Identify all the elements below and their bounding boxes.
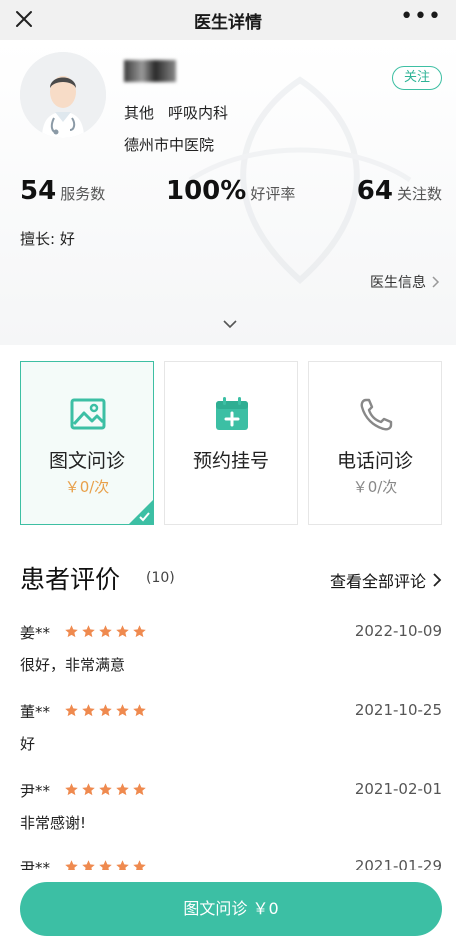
doctor-specialty: 擅长: 好 <box>20 230 75 248</box>
stat-value: 54 <box>20 176 57 206</box>
doctor-info-label: 医生信息 <box>370 275 426 291</box>
doctor-profile: 关注 其他 呼吸内科 德州市中医院 54 服务数 100% 好评率 64 关注数 … <box>0 40 456 345</box>
service-card-phone-consult[interactable]: 电话问诊 ￥0/次 <box>308 361 442 525</box>
doctor-name-redacted <box>124 60 176 82</box>
doctor-department: 其他 呼吸内科 <box>124 102 242 123</box>
review-date: 2021-10-25 <box>354 701 442 719</box>
reviewer-name: 姜** <box>20 624 51 642</box>
star-rating <box>64 624 149 639</box>
doctor-title: 其他 <box>124 104 155 122</box>
star-rating <box>64 782 149 797</box>
doctor-department-name: 呼吸内科 <box>168 104 229 122</box>
phone-icon <box>360 398 393 431</box>
star-icon <box>82 783 95 796</box>
star-icon <box>133 704 146 717</box>
image-icon <box>70 398 106 430</box>
reviews-count: (10) <box>146 570 175 586</box>
star-icon <box>65 704 78 717</box>
star-icon <box>99 625 112 638</box>
reviews-title: 患者评价 <box>20 565 121 594</box>
selected-check-icon <box>129 500 153 524</box>
stat-label: 好评率 <box>250 185 296 203</box>
service-price: ￥0/次 <box>352 478 398 496</box>
star-icon <box>99 704 112 717</box>
review-date: 2022-10-09 <box>354 622 442 640</box>
reviewer-name: 董** <box>20 703 51 721</box>
chevron-right-icon <box>432 276 440 288</box>
bottom-action-bar: 图文问诊 ￥0 <box>0 870 456 948</box>
chevron-right-icon <box>433 573 442 587</box>
review-text: 非常感谢! <box>20 814 87 832</box>
service-card-text-consult[interactable]: 图文问诊 ￥0/次 <box>20 361 154 525</box>
star-icon <box>116 704 129 717</box>
stat-rating: 100% 好评率 <box>166 176 295 206</box>
follow-button[interactable]: 关注 <box>392 66 442 90</box>
stat-label: 服务数 <box>60 185 106 203</box>
stat-value: 100% <box>166 176 247 206</box>
star-icon <box>82 704 95 717</box>
review-item: 董** 2021-10-25 好 <box>0 701 456 779</box>
avatar <box>20 52 106 138</box>
consult-button[interactable]: 图文问诊 ￥0 <box>20 882 442 936</box>
more-icon[interactable]: ••• <box>400 6 442 28</box>
service-options: 图文问诊 ￥0/次 预约挂号 电话问诊 ￥0/次 <box>0 345 456 535</box>
service-title: 图文问诊 <box>48 450 125 472</box>
stat-services: 54 服务数 <box>20 176 105 206</box>
stat-followers: 64 关注数 <box>357 176 442 206</box>
star-icon <box>116 783 129 796</box>
service-title: 预约挂号 <box>192 450 269 472</box>
star-icon <box>133 783 146 796</box>
star-icon <box>65 625 78 638</box>
doctor-hospital: 德州市中医院 <box>124 136 215 154</box>
service-card-appointment[interactable]: 预约挂号 <box>164 361 298 525</box>
doctor-avatar-icon <box>20 52 106 138</box>
star-icon <box>65 783 78 796</box>
star-icon <box>116 625 129 638</box>
review-date: 2021-02-01 <box>354 780 442 798</box>
reviews-header: 患者评价 (10) 查看全部评论 <box>0 548 456 608</box>
view-all-label: 查看全部评论 <box>329 572 426 591</box>
review-text: 很好，非常满意 <box>20 656 126 674</box>
star-icon <box>99 783 112 796</box>
service-title: 电话问诊 <box>336 450 413 472</box>
service-price: ￥0/次 <box>64 478 110 496</box>
stat-value: 64 <box>356 176 393 206</box>
star-rating <box>64 703 149 718</box>
review-item: 姜** 2022-10-09 很好，非常满意 <box>0 622 456 700</box>
page-title: 医生详情 <box>194 13 262 33</box>
star-icon <box>82 625 95 638</box>
star-icon <box>133 625 146 638</box>
view-all-reviews-link[interactable]: 查看全部评论 <box>330 568 442 592</box>
chevron-down-icon[interactable] <box>222 318 238 330</box>
review-item: 尹** 2021-02-01 非常感谢! <box>0 780 456 858</box>
review-text: 好 <box>20 735 36 753</box>
doctor-info-link[interactable]: 医生信息 <box>370 272 440 292</box>
nav-bar: 医生详情 ••• <box>0 0 456 40</box>
calendar-plus-icon <box>216 397 248 430</box>
reviewer-name: 尹** <box>20 782 51 800</box>
stat-label: 关注数 <box>396 185 442 203</box>
